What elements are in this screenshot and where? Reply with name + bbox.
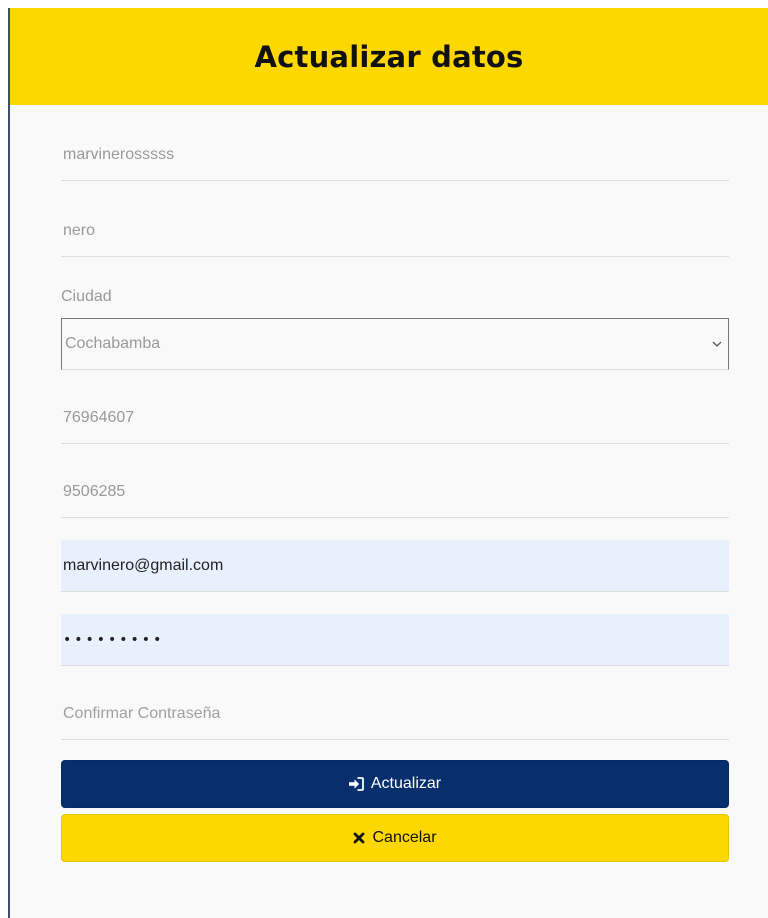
modal-header: Actualizar datos [10, 8, 768, 105]
update-data-modal: Actualizar datos Ciudad Cochabamba [8, 8, 768, 918]
lastname-input[interactable] [61, 205, 729, 257]
ci-input[interactable] [61, 466, 729, 518]
cancel-button-label: Cancelar [372, 829, 437, 846]
update-button-label: Actualizar [370, 775, 442, 792]
chevron-down-icon [712, 339, 722, 349]
phone-input[interactable] [61, 392, 729, 444]
update-button[interactable]: Actualizar [61, 760, 729, 808]
city-select[interactable]: Cochabamba [61, 318, 729, 370]
confirm-password-input[interactable] [61, 688, 729, 740]
password-input[interactable] [61, 614, 729, 666]
city-select-value: Cochabamba [65, 335, 161, 352]
username-input[interactable] [61, 129, 729, 181]
email-input[interactable] [61, 540, 729, 592]
sign-in-icon [348, 777, 364, 791]
cancel-button[interactable]: Cancelar [61, 814, 729, 862]
modal-title: Actualizar datos [254, 39, 524, 74]
close-icon [353, 832, 365, 844]
city-label: Ciudad [61, 288, 112, 305]
